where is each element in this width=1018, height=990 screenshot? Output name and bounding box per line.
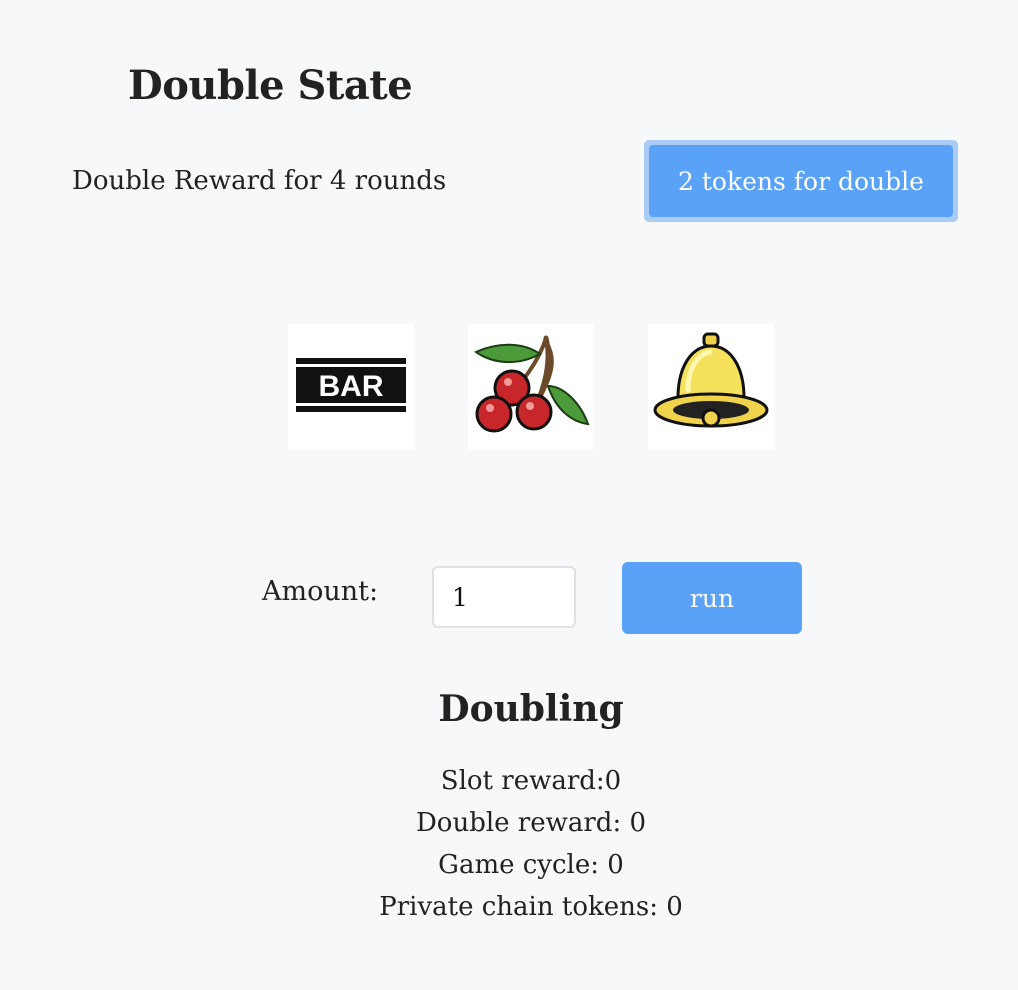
reel-3 (648, 324, 774, 450)
double-reward-text: Double reward: 0 (415, 808, 647, 838)
reel-1: BAR (288, 324, 414, 450)
amount-label: Amount: (262, 576, 379, 607)
private-chain-tokens-text: Private chain tokens: 0 (379, 892, 683, 922)
bar-icon: BAR (296, 358, 406, 412)
bar-symbol-label: BAR (319, 370, 384, 403)
doubling-heading: Doubling (438, 688, 624, 730)
double-tokens-button-label: 2 tokens for double (649, 145, 953, 217)
reel-2 (468, 324, 594, 450)
game-cycle-text: Game cycle: 0 (438, 850, 624, 880)
doubling-stats: Slot reward:0 Double reward: 0 Game cycl… (0, 760, 1018, 928)
bell-icon (653, 332, 769, 428)
amount-input[interactable] (432, 566, 576, 628)
double-tokens-button[interactable]: 2 tokens for double (644, 140, 958, 222)
double-reward-status: Double Reward for 4 rounds (72, 166, 447, 196)
cherry-icon (473, 335, 590, 433)
slot-reward-text: Slot reward:0 (440, 766, 622, 796)
page-title: Double State (128, 62, 413, 109)
run-button[interactable]: run (622, 562, 802, 634)
